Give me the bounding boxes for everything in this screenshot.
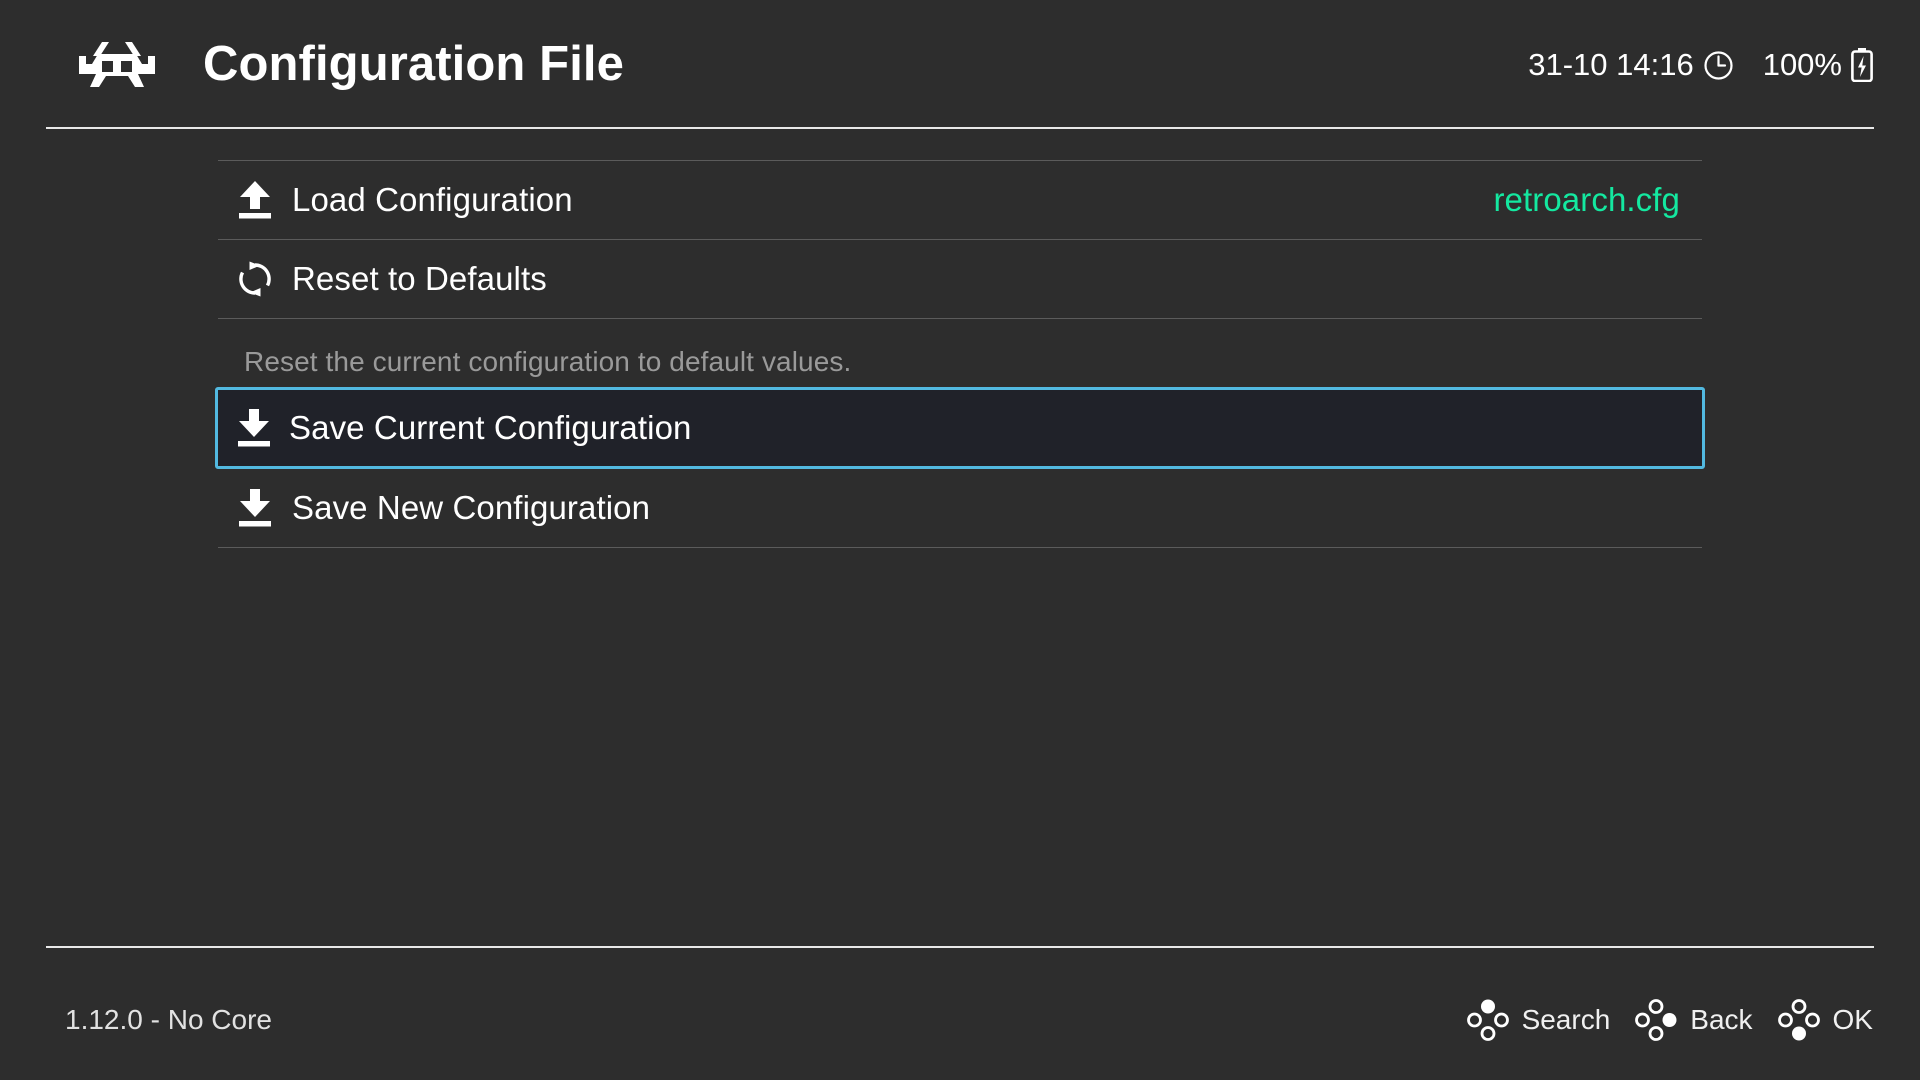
battery-charging-icon — [1851, 48, 1873, 82]
gamepad-button-right-icon — [1634, 998, 1678, 1042]
help-text: Reset the current configuration to defau… — [244, 346, 852, 377]
menu-item-load-configuration[interactable]: Load Configuration retroarch.cfg — [218, 161, 1702, 239]
menu-item-label: Load Configuration — [292, 181, 573, 218]
clock-icon — [1703, 50, 1734, 81]
list-separator — [218, 547, 1702, 548]
menu-item-value[interactable]: retroarch.cfg — [1493, 181, 1702, 219]
gamepad-button-top-icon — [1466, 998, 1510, 1042]
download-icon — [218, 407, 289, 449]
header-bar: Configuration File 31-10 14:16 100% — [0, 0, 1920, 129]
header-divider — [46, 127, 1874, 129]
clock-text: 31-10 14:16 — [1528, 47, 1694, 82]
footer-divider — [46, 946, 1874, 948]
menu-item-label: Save Current Configuration — [289, 409, 692, 446]
action-hint-ok[interactable]: OK — [1777, 998, 1873, 1042]
version-status-text: 1.12.0 - No Core — [65, 1004, 272, 1035]
gamepad-button-bottom-icon — [1777, 998, 1821, 1042]
upload-icon — [218, 179, 292, 221]
page-title: Configuration File — [203, 37, 624, 91]
battery-text: 100% — [1762, 47, 1842, 82]
menu-item-save-current-configuration[interactable]: Save Current Configuration — [215, 387, 1705, 469]
battery-group: 100% — [1763, 42, 1873, 88]
menu-item-reset-to-defaults[interactable]: Reset to Defaults — [218, 240, 1702, 318]
header-status-area: 31-10 14:16 100% — [1528, 42, 1873, 88]
menu-item-save-new-configuration[interactable]: Save New Configuration — [218, 469, 1702, 547]
action-hint-label: Back — [1690, 1004, 1753, 1035]
clock-group: 31-10 14:16 — [1528, 42, 1733, 88]
menu-item-label: Save New Configuration — [292, 489, 651, 526]
menu-item-label: Reset to Defaults — [292, 260, 547, 297]
download-icon — [218, 487, 292, 529]
action-hint-label: OK — [1832, 1004, 1873, 1035]
action-hint-label: Search — [1521, 1004, 1611, 1035]
footer-action-hints: Search Back OK — [1466, 998, 1873, 1042]
action-hint-back[interactable]: Back — [1634, 998, 1753, 1042]
reset-refresh-icon — [218, 258, 292, 300]
retroarch-invader-logo-icon — [78, 42, 156, 90]
action-hint-search[interactable]: Search — [1466, 998, 1611, 1042]
